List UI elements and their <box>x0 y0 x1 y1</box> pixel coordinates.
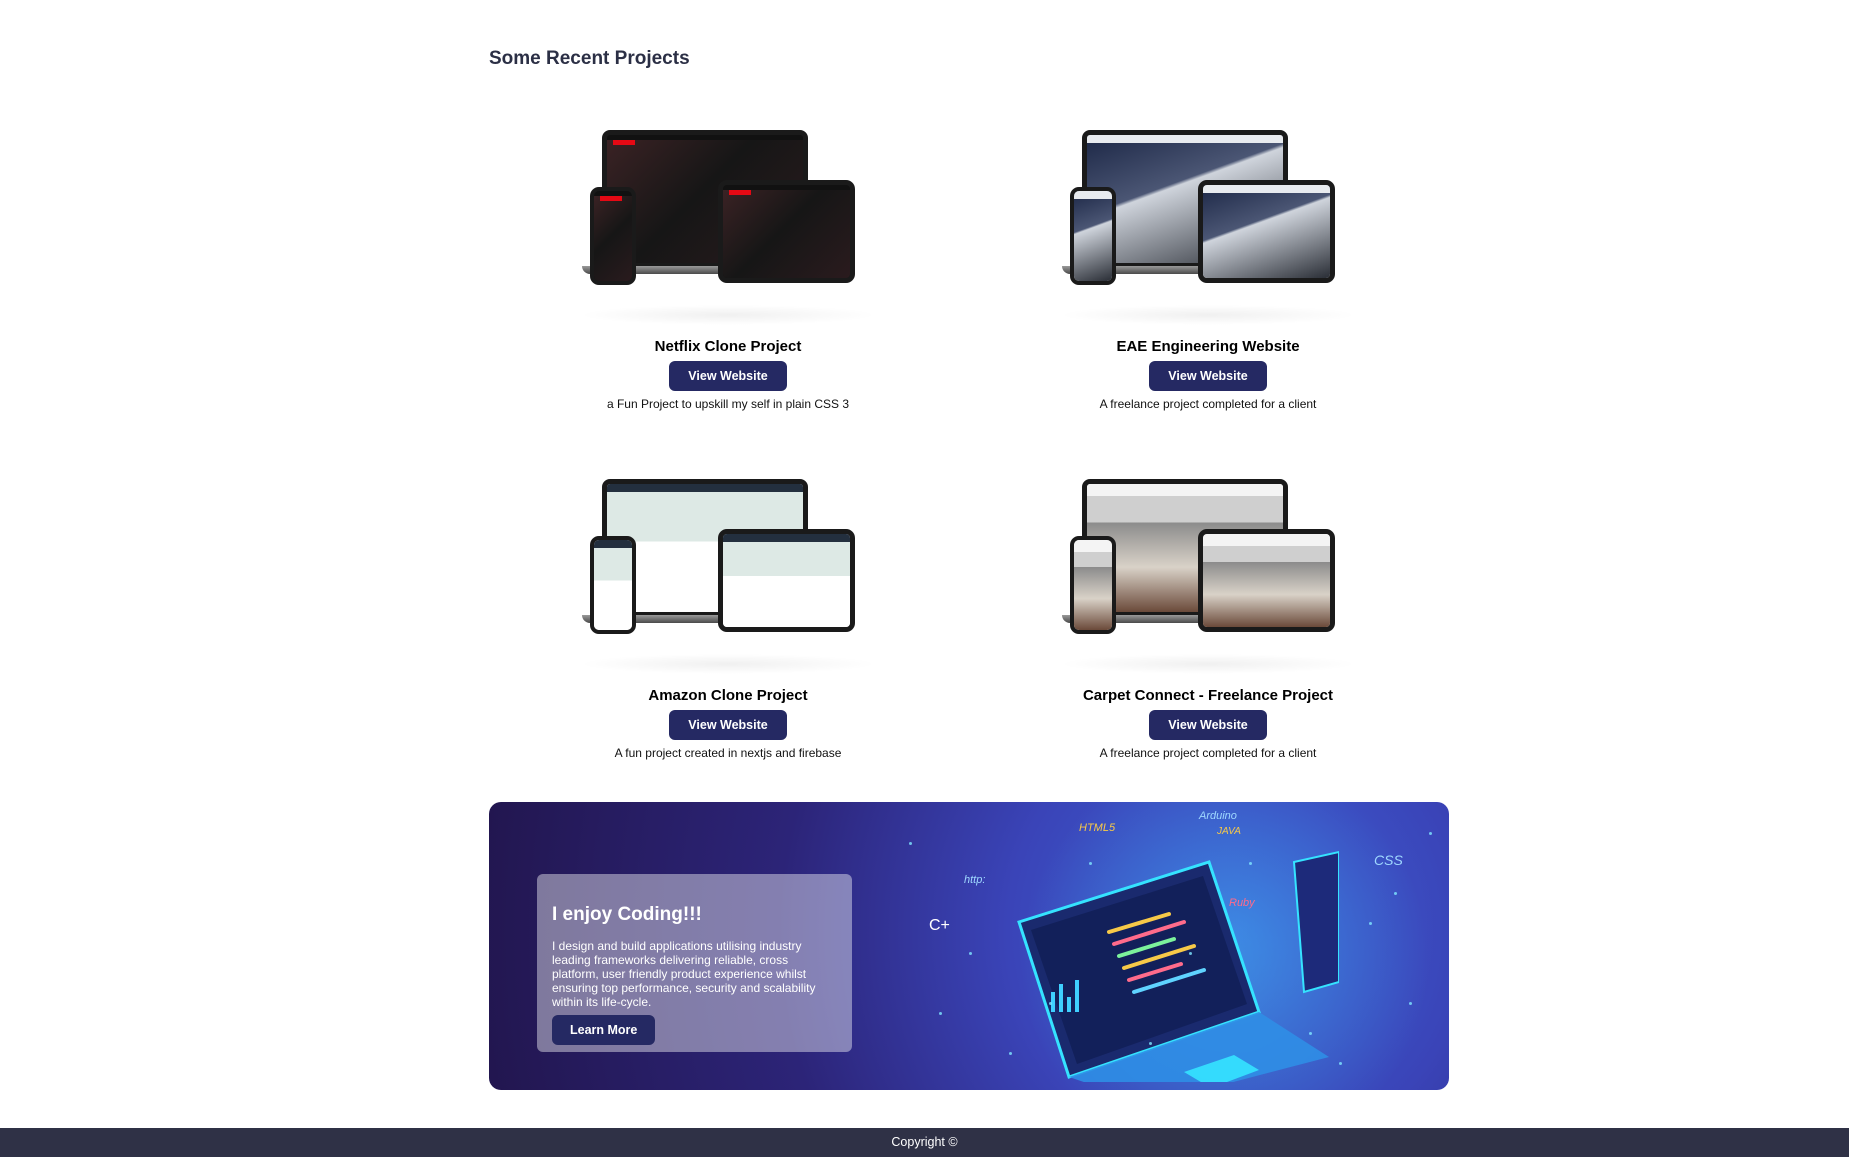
project-card-carpet-connect: Carpet Connect - Freelance Project View … <box>968 479 1448 760</box>
art-label-html5: HTML5 <box>1079 822 1116 834</box>
coding-banner: HTML5 http: C+ Arduino JAVA Ruby CSS I e… <box>489 802 1449 1090</box>
art-label-cplus: C+ <box>929 917 950 934</box>
sparkle-dot <box>1309 1032 1312 1035</box>
project-card-eae: EAE Engineering Website View Website A f… <box>968 130 1448 411</box>
sparkle-dot <box>1339 1062 1342 1065</box>
project-title: EAE Engineering Website <box>1116 338 1300 355</box>
sparkle-dot <box>1089 862 1092 865</box>
sparkle-dot <box>1429 832 1432 835</box>
footer: Copyright © <box>0 1128 1849 1157</box>
art-label-http: http: <box>964 874 986 886</box>
banner-info-box: I enjoy Coding!!! I design and build app… <box>537 874 852 1052</box>
view-website-button[interactable]: View Website <box>1149 361 1267 391</box>
banner-text: I design and build applications utilisin… <box>552 939 816 1009</box>
sparkle-dot <box>1189 952 1192 955</box>
learn-more-button[interactable]: Learn More <box>552 1015 656 1045</box>
art-label-arduino: Arduino <box>1199 810 1237 822</box>
project-mockup-image <box>1058 479 1358 674</box>
coding-laptop-illustration <box>1017 850 1339 1082</box>
art-label-css: CSS <box>1374 852 1403 868</box>
sparkle-dot <box>939 1012 942 1015</box>
copyright-text: Copyright © <box>891 1135 958 1149</box>
sparkle-dot <box>1409 1002 1412 1005</box>
sparkle-dot <box>1149 1042 1152 1045</box>
banner-heading: I enjoy Coding!!! <box>552 904 702 925</box>
section-title: Some Recent Projects <box>489 48 690 69</box>
view-website-button[interactable]: View Website <box>1149 710 1267 740</box>
project-description: A fun project created in nextjs and fire… <box>614 746 842 760</box>
project-title: Netflix Clone Project <box>654 338 802 355</box>
sparkle-dot <box>1009 1052 1012 1055</box>
project-mockup-image <box>578 479 878 674</box>
project-title: Amazon Clone Project <box>648 687 808 704</box>
sparkle-dot <box>1394 892 1397 895</box>
project-description: a Fun Project to upskill my self in plai… <box>606 397 850 411</box>
project-card-netflix: Netflix Clone Project View Website a Fun… <box>488 130 968 411</box>
project-description: A freelance project completed for a clie… <box>1099 397 1317 411</box>
project-mockup-image <box>578 130 878 325</box>
art-label-ruby: Ruby <box>1229 897 1255 909</box>
view-website-button[interactable]: View Website <box>669 710 787 740</box>
sparkle-dot <box>969 952 972 955</box>
project-title: Carpet Connect - Freelance Project <box>1082 687 1334 704</box>
sparkle-dot <box>1369 922 1372 925</box>
project-mockup-image <box>1058 130 1358 325</box>
project-card-amazon: Amazon Clone Project View Website A fun … <box>488 479 968 760</box>
sparkle-dot <box>909 842 912 845</box>
art-label-java: JAVA <box>1217 826 1241 837</box>
sparkle-dot <box>1249 862 1252 865</box>
sparkle-dot <box>1049 1002 1052 1005</box>
view-website-button[interactable]: View Website <box>669 361 787 391</box>
project-description: A freelance project completed for a clie… <box>1099 746 1317 760</box>
